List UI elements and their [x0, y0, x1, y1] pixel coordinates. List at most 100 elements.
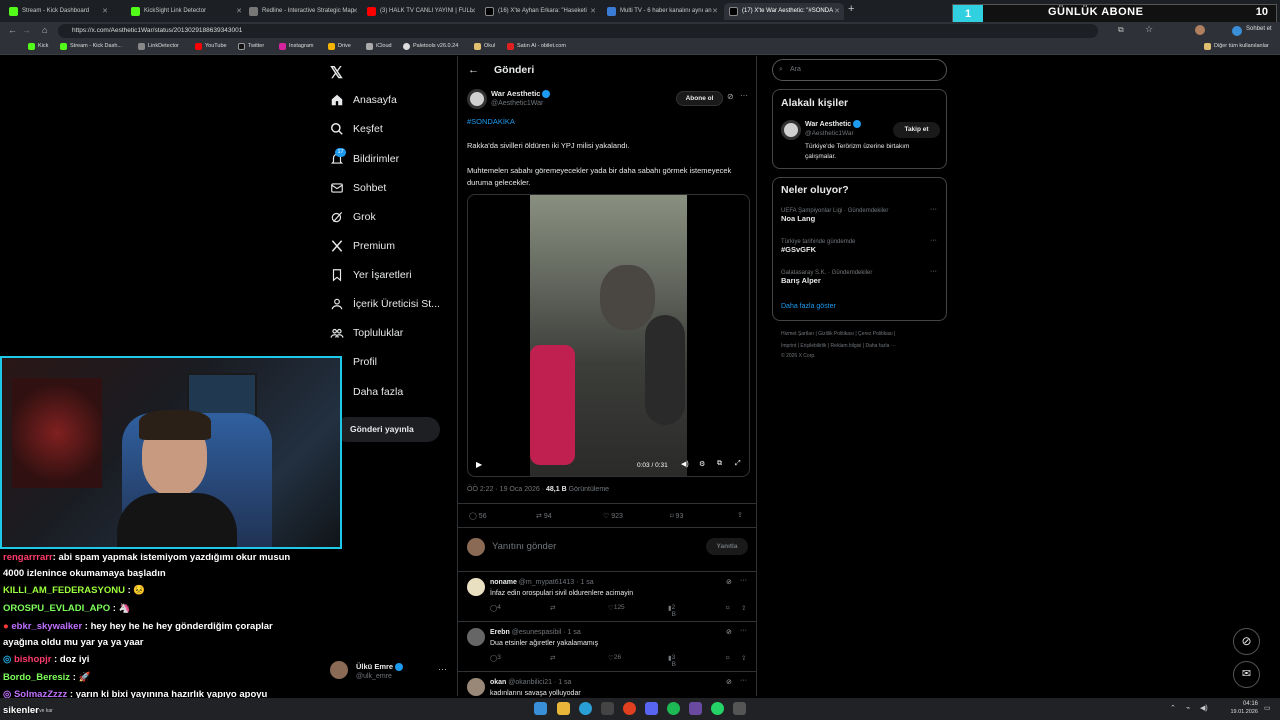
bookmark-icon[interactable]: ⌑	[726, 604, 729, 612]
tab-war-aesthetic[interactable]: (17) X'te War Aesthetic: "#SONDA ✕	[724, 3, 844, 20]
views-icon[interactable]: ▮ 2 B	[668, 604, 676, 618]
close-icon[interactable]: ✕	[236, 3, 242, 20]
post-button[interactable]: Gönderi yayınla	[335, 417, 440, 442]
messages-icon[interactable]: ✉	[1233, 661, 1260, 688]
back-icon[interactable]: ←	[8, 25, 17, 35]
person-name[interactable]: War Aesthetic	[805, 120, 862, 128]
tab-kicksight[interactable]: KickSight Link Detector ✕	[126, 3, 246, 20]
grok-icon[interactable]: ⊘	[726, 678, 732, 686]
post-author[interactable]: War Aesthetic	[491, 89, 551, 99]
steam-icon[interactable]	[601, 702, 614, 715]
close-icon[interactable]: ✕	[590, 3, 596, 20]
bookmark-youtube[interactable]: YouTube	[195, 43, 227, 50]
bookmark-drive[interactable]: Drive	[328, 43, 351, 50]
nav-premium[interactable]: Premium	[330, 235, 395, 257]
bookmark-icloud[interactable]: iCloud	[366, 43, 392, 50]
heart-icon[interactable]: ♡ 125	[608, 604, 625, 612]
footer-links[interactable]: Imprint | Erişilebilirlik | Reklam bilgi…	[781, 343, 896, 349]
avatar[interactable]	[467, 628, 485, 646]
close-icon[interactable]: ✕	[470, 3, 476, 20]
repost-icon[interactable]: ⇄	[550, 654, 555, 662]
play-icon[interactable]: ▶	[476, 460, 482, 469]
close-icon[interactable]: ✕	[352, 3, 358, 20]
app-icon[interactable]	[689, 702, 702, 715]
more-icon[interactable]: ···	[930, 206, 937, 213]
profile-label[interactable]: Sohbet et	[1246, 26, 1272, 32]
heart-icon[interactable]: ♡ 26	[608, 654, 621, 662]
tab-redline[interactable]: Redline - Interactive Strategic Map ✕	[244, 3, 362, 20]
hashtag-link[interactable]: #SONDAKİKA	[467, 117, 515, 126]
trend-item[interactable]: UEFA Şampiyonlar Ligi · Gündemdekiler Noa…	[781, 206, 941, 223]
bookmark-okul[interactable]: Okul	[474, 43, 495, 50]
subscribe-button[interactable]: Abone ol	[676, 91, 723, 106]
more-icon[interactable]: ···	[740, 577, 747, 584]
nav-notifications[interactable]: 17 Bildirimler	[330, 148, 399, 170]
address-bar[interactable]: https://x.com/Aesthetic1War/status/20130…	[58, 24, 1098, 38]
x-logo-icon[interactable]: 𝕏	[330, 63, 343, 83]
notification-icon[interactable]: ▭	[1264, 704, 1271, 712]
star-icon[interactable]: ☆	[1145, 24, 1153, 35]
like-action[interactable]: ♡ 923	[603, 512, 623, 520]
fullscreen-icon[interactable]: ⤢	[735, 460, 741, 468]
bookmark-paletools[interactable]: Paletools v26.0.24	[403, 43, 458, 50]
bookmark-twitter[interactable]: Twitter	[238, 43, 264, 50]
nav-home[interactable]: Anasayfa	[330, 89, 397, 111]
tab-ayhan-erkara[interactable]: (16) X'te Ayhan Erkara: "Haseketi ✕	[480, 3, 600, 20]
reply-input[interactable]: Yanıtını gönder	[492, 541, 556, 552]
bookmark-instagram[interactable]: Instagram	[279, 43, 313, 50]
more-icon[interactable]: ···	[740, 91, 748, 100]
reply-item[interactable]: noname @m_mypat61413 · 1 sa İnfaz edin o…	[458, 571, 756, 621]
close-icon[interactable]: ✕	[712, 3, 718, 20]
trend-item[interactable]: Türkiye tarihinde gündemde #GSvGFK ···	[781, 237, 941, 254]
avatar[interactable]	[781, 120, 801, 140]
tray-chevron-icon[interactable]: ⌃	[1170, 704, 1176, 712]
reply-button[interactable]: Yanıtla	[706, 538, 748, 555]
close-icon[interactable]: ✕	[102, 3, 108, 20]
views-icon[interactable]: ▮ 3 B	[668, 654, 676, 668]
extensions-icon[interactable]: ⧉	[1118, 25, 1124, 35]
video-player[interactable]: ▶ 0:03 / 0:31 ◀) ⚙ ⧉ ⤢	[467, 194, 750, 477]
windows-start-icon[interactable]	[534, 702, 547, 715]
nav-creator-studio[interactable]: İçerik Üreticisi St...	[330, 293, 440, 315]
footer-links[interactable]: Hizmet Şartları | Gizlilik Politikası | …	[781, 331, 895, 337]
avatar[interactable]	[1195, 25, 1205, 35]
post-handle[interactable]: @Aesthetic1War	[491, 100, 543, 107]
repost-action[interactable]: ⇄ 94	[536, 512, 552, 520]
clock-date[interactable]: 19.01.2026	[1222, 709, 1258, 715]
reply-item[interactable]: okan @okanbilici21 · 1 sa kadınlarını sa…	[458, 671, 756, 697]
edge-icon[interactable]	[579, 702, 592, 715]
new-tab-icon[interactable]: +	[848, 3, 854, 15]
bookmark-other[interactable]: Diğer tüm kullanılanlar	[1204, 43, 1269, 50]
bookmark-icon[interactable]: ⌑	[726, 654, 729, 662]
bookmark-obilet[interactable]: Satın Al - obilet.com	[507, 43, 566, 50]
grok-icon[interactable]: ⊘	[727, 92, 734, 101]
share-icon[interactable]: ⇪	[741, 604, 746, 612]
volume-icon[interactable]: ◀)	[1200, 704, 1208, 712]
grok-icon[interactable]: ⊘	[726, 578, 732, 586]
follow-button[interactable]: Takip et	[893, 122, 940, 138]
tab-halktv[interactable]: (3) HALK TV CANLI YAYINI | FULL ✕	[362, 3, 480, 20]
volume-icon[interactable]: ◀)	[681, 460, 689, 468]
grok-icon[interactable]: ⊘	[726, 628, 732, 636]
search-input[interactable]: ⌕ Ara	[772, 59, 947, 81]
obs-icon[interactable]	[733, 702, 746, 715]
avatar[interactable]	[330, 661, 348, 679]
pip-icon[interactable]: ⧉	[717, 460, 722, 468]
settings-icon[interactable]: ⚙	[699, 460, 705, 468]
clock-time[interactable]: 04:16	[1228, 701, 1258, 707]
more-icon[interactable]: ···	[438, 664, 447, 674]
reply-icon[interactable]: ◯ 3	[490, 654, 501, 662]
spotify-icon[interactable]	[667, 702, 680, 715]
back-arrow-icon[interactable]: ←	[468, 64, 479, 76]
file-explorer-icon[interactable]	[557, 702, 570, 715]
reply-item[interactable]: Erebn @esunespasibil · 1 sa Dua etsinler…	[458, 621, 756, 671]
network-icon[interactable]: ⌁	[1186, 704, 1190, 712]
forward-icon[interactable]: →	[22, 25, 31, 35]
trend-item[interactable]: Galatasaray S.K. · Gündemdekiler Barış Al…	[781, 268, 941, 285]
more-icon[interactable]: ···	[740, 677, 747, 684]
more-icon[interactable]: ···	[740, 627, 747, 634]
whatsapp-icon[interactable]	[711, 702, 724, 715]
bookmark-kick[interactable]: Kick	[28, 43, 48, 50]
repost-icon[interactable]: ⇄	[550, 604, 555, 612]
avatar[interactable]	[467, 578, 485, 596]
